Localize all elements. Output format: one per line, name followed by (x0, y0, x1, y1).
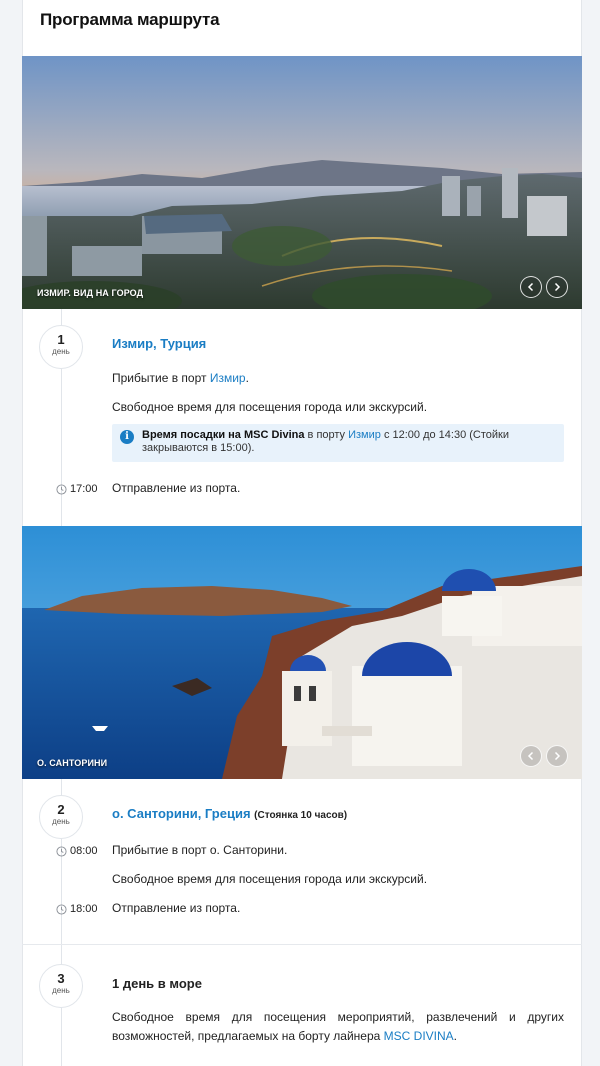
sea-day-text: Свободное время для посещения мероприяти… (112, 1010, 564, 1043)
photo-prev-button[interactable] (520, 745, 542, 767)
departure-time-value: 18:00 (70, 903, 98, 915)
stop-title-text[interactable]: о. Санторини, Греция (112, 806, 251, 821)
arrival-prefix: Прибытие в порт (112, 371, 210, 385)
day-badge: 2 день (39, 795, 83, 839)
clock-icon (56, 483, 67, 495)
chevron-left-icon (527, 282, 534, 292)
day-number: 3 (57, 971, 65, 986)
port-link-izmir[interactable]: Измир (210, 371, 246, 385)
day-badge: 3 день (39, 964, 83, 1008)
boarding-rest-2: закрываются в 15:00). (142, 442, 255, 454)
arrival-text: Прибытие в порт о. Санторини. (112, 843, 288, 857)
day-word: день (52, 986, 70, 995)
stay-duration: (Стоянка 10 часов) (254, 810, 348, 821)
photo-caption-izmir: ИЗМИР. ВИД НА ГОРОД (37, 288, 144, 298)
arrival-text: Прибытие в порт Измир. (112, 371, 249, 385)
free-time-text: Свободное время для посещения города или… (112, 872, 428, 886)
departure-text: Отправление из порта. (112, 901, 241, 915)
arrival-time: 08:00 (56, 845, 98, 857)
day-number: 2 (57, 802, 65, 817)
clock-icon (56, 903, 67, 915)
boarding-mid: в порту (304, 429, 349, 441)
sea-day-title: 1 день в море (112, 976, 202, 991)
arrival-suffix: . (245, 371, 249, 385)
day-divider (22, 944, 582, 945)
clock-icon (56, 845, 67, 857)
section-title: Программа маршрута (40, 10, 220, 29)
photo-prev-button[interactable] (520, 276, 542, 298)
info-icon: i (120, 430, 134, 444)
chevron-right-icon (554, 751, 561, 761)
itinerary-page: Программа маршрута ИЗМИР. ВИД НА ГОРОД 1… (0, 0, 600, 1066)
chevron-left-icon (527, 751, 534, 761)
day-badge: 1 день (39, 325, 83, 369)
departure-time: 18:00 (56, 903, 98, 915)
photo-izmir (22, 56, 582, 309)
day-number: 1 (57, 332, 65, 347)
free-time-text: Свободное время для посещения города или… (112, 400, 428, 414)
sea-day-suffix: . (453, 1029, 458, 1043)
photo-next-button[interactable] (546, 276, 568, 298)
departure-text: Отправление из порта. (112, 481, 241, 495)
boarding-port-link[interactable]: Измир (348, 429, 381, 441)
photo-santorini (22, 526, 582, 779)
departure-time: 17:00 (56, 483, 98, 495)
departure-time-value: 17:00 (70, 483, 98, 495)
day-word: день (52, 347, 70, 356)
day-word: день (52, 817, 70, 826)
photo-next-button[interactable] (546, 745, 568, 767)
stop-title-izmir[interactable]: Измир, Турция (112, 336, 206, 351)
sea-day-description: Свободное время для посещения мероприяти… (112, 1008, 564, 1046)
boarding-rest: с 12:00 до 14:30 (Стойки (380, 429, 510, 441)
boarding-strong: Время посадки на MSC Divina (142, 429, 305, 441)
chevron-right-icon (554, 282, 561, 292)
boarding-info-box: i Время посадки на MSC Divina в порту Из… (112, 424, 564, 462)
stop-title-santorini[interactable]: о. Санторини, Греция (Стоянка 10 часов) (112, 806, 347, 821)
ship-link[interactable]: MSC DIVINA (384, 1029, 454, 1043)
arrival-time-value: 08:00 (70, 845, 98, 857)
photo-caption-santorini: О. САНТОРИНИ (37, 758, 108, 768)
